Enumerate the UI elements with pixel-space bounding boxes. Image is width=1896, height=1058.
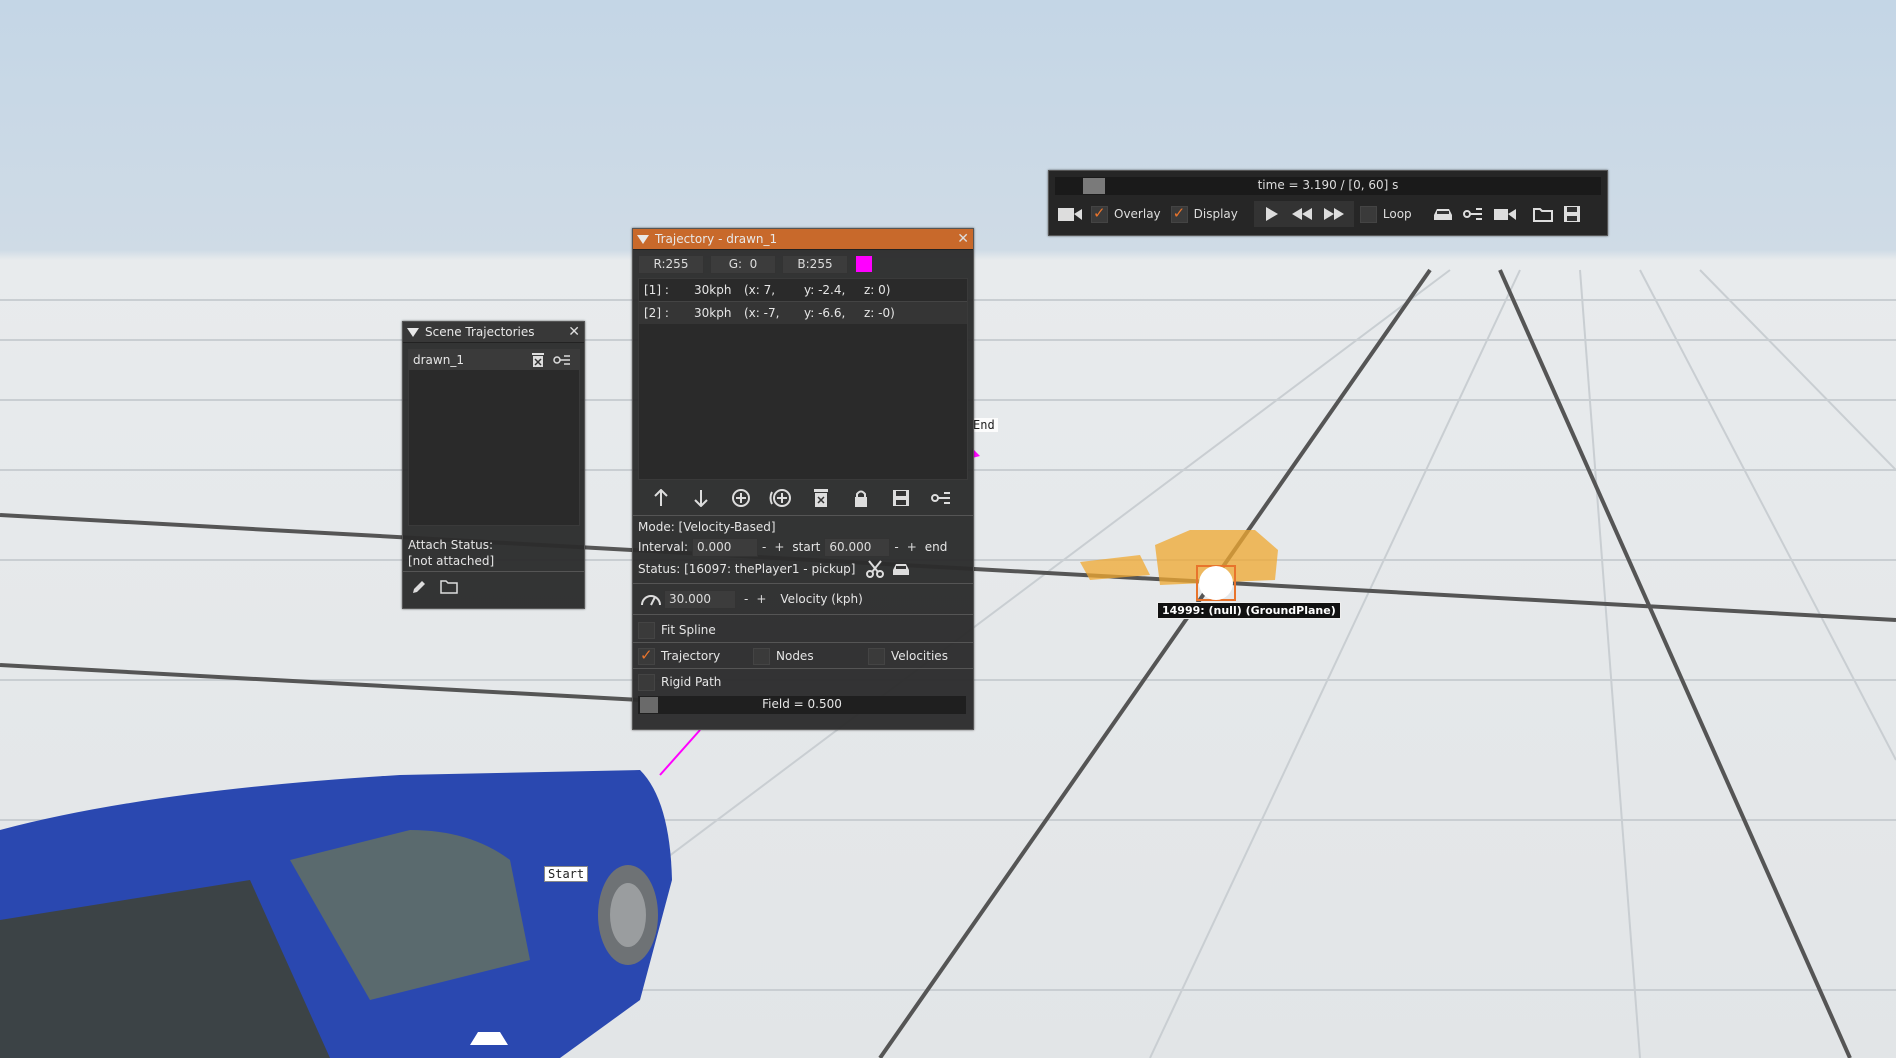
folder-icon[interactable] xyxy=(1528,206,1558,222)
trajectory-panel: Trajectory - drawn_1 ✕ R:255 G: 0 B:255 … xyxy=(632,228,974,730)
vehicle-icon[interactable] xyxy=(1428,206,1458,222)
nodes-checkbox[interactable] xyxy=(753,647,770,665)
node-z: z: -0) xyxy=(864,306,895,320)
add-node-icon[interactable] xyxy=(721,488,761,508)
rigid-path-checkbox[interactable] xyxy=(638,673,655,691)
edit-pencil-icon[interactable] xyxy=(409,577,429,597)
arrow-up-icon[interactable] xyxy=(641,489,681,507)
lock-icon[interactable] xyxy=(841,489,881,507)
attach-status-value: [not attached] xyxy=(408,554,495,568)
scene-trajectories-title: Scene Trajectories xyxy=(425,325,535,339)
collapse-triangle-icon[interactable] xyxy=(407,327,419,337)
rigid-path-label: Rigid Path xyxy=(661,675,722,689)
node-y: y: -2.4, xyxy=(804,283,846,297)
node-index: [1] : xyxy=(644,283,669,297)
delete-icon[interactable] xyxy=(527,353,549,367)
list-item-label: drawn_1 xyxy=(413,353,464,367)
overlay-checkbox[interactable] xyxy=(1091,204,1108,223)
list-item[interactable]: drawn_1 xyxy=(409,350,579,370)
rewind-icon[interactable] xyxy=(1286,208,1318,220)
trajectory-label: Trajectory xyxy=(661,649,721,663)
start-decrement-button[interactable]: - xyxy=(890,540,902,554)
node-index: [2] : xyxy=(644,306,669,320)
save-icon[interactable] xyxy=(881,489,921,507)
close-icon[interactable]: ✕ xyxy=(568,325,580,339)
interval-field[interactable]: 0.000 xyxy=(692,537,758,557)
play-icon[interactable] xyxy=(1258,207,1286,221)
start-marker-label: Start xyxy=(544,866,589,882)
velocity-field[interactable]: 30.000 xyxy=(664,589,736,609)
velocity-decrement-button[interactable]: - xyxy=(740,592,752,606)
display-label: Display xyxy=(1193,207,1238,221)
folder-icon[interactable] xyxy=(439,577,459,597)
delete-icon[interactable] xyxy=(801,489,841,507)
collapse-triangle-icon[interactable] xyxy=(637,234,649,244)
link-path-icon[interactable] xyxy=(1458,205,1490,223)
interval-label: Interval: xyxy=(638,540,688,554)
node-y: y: -6.6, xyxy=(804,306,846,320)
arrow-down-icon[interactable] xyxy=(681,489,721,507)
trajectory-titlebar[interactable]: Trajectory - drawn_1 ✕ xyxy=(633,229,973,250)
nodes-label: Nodes xyxy=(776,649,814,663)
start-increment-button[interactable]: + xyxy=(903,540,921,554)
trajectory-checkbox[interactable] xyxy=(638,646,655,665)
link-path-icon[interactable] xyxy=(549,353,575,367)
camera-export-icon[interactable] xyxy=(1490,206,1522,222)
scene-trajectories-titlebar[interactable]: Scene Trajectories ✕ xyxy=(403,322,584,343)
fast-forward-icon[interactable] xyxy=(1318,208,1350,220)
camera-icon[interactable] xyxy=(1057,206,1083,222)
color-swatch[interactable] xyxy=(856,256,872,272)
trajectory-list: drawn_1 xyxy=(408,349,580,526)
scissors-icon[interactable] xyxy=(863,560,887,578)
attach-status-label: Attach Status: xyxy=(408,538,494,552)
link-path-icon[interactable] xyxy=(921,489,961,507)
list-item[interactable]: [1] : 30kph (x: 7, y: -2.4, z: 0) xyxy=(639,279,967,302)
save-icon[interactable] xyxy=(1558,205,1586,223)
overlay-label: Overlay xyxy=(1114,207,1161,221)
trajectory-title: Trajectory - drawn_1 xyxy=(655,232,778,246)
loop-checkbox[interactable] xyxy=(1359,205,1377,223)
node-list: [1] : 30kph (x: 7, y: -2.4, z: 0) [2] : … xyxy=(638,278,968,480)
fit-spline-label: Fit Spline xyxy=(661,623,716,637)
start-field[interactable]: 60.000 xyxy=(824,537,891,557)
end-marker-label: End xyxy=(970,418,998,432)
scene-trajectories-panel: Scene Trajectories ✕ drawn_1 Attach Stat… xyxy=(402,321,585,609)
status-text: Status: [16097: thePlayer1 - pickup] xyxy=(638,562,856,576)
object-tooltip: 14999: (null) (GroundPlane) xyxy=(1157,602,1341,619)
interval-decrement-button[interactable]: - xyxy=(758,540,770,554)
list-item[interactable]: [2] : 30kph (x: -7, y: -6.6, z: -0) xyxy=(639,302,967,324)
velocities-checkbox[interactable] xyxy=(868,647,885,665)
insert-node-icon[interactable] xyxy=(761,488,801,508)
mode-text: Mode: [Velocity-Based] xyxy=(638,520,776,534)
color-g-field[interactable]: G: 0 xyxy=(710,254,776,274)
fit-spline-checkbox[interactable] xyxy=(638,621,655,639)
display-checkbox[interactable] xyxy=(1170,204,1188,223)
node-z: z: 0) xyxy=(864,283,891,297)
velocities-label: Velocities xyxy=(891,649,948,663)
node-x: (x: -7, xyxy=(744,306,780,320)
timeline-time-text: time = 3.190 / [0, 60] s xyxy=(1257,178,1399,192)
node-speed: 30kph xyxy=(694,306,732,320)
node-x: (x: 7, xyxy=(744,283,776,297)
color-r-field[interactable]: R:255 xyxy=(638,254,704,274)
field-slider[interactable]: Field = 0.500 xyxy=(638,696,966,714)
velocity-increment-button[interactable]: + xyxy=(752,592,770,606)
loop-label: Loop xyxy=(1382,207,1412,221)
interval-increment-button[interactable]: + xyxy=(770,540,788,554)
node-speed: 30kph xyxy=(694,283,732,297)
end-label: end xyxy=(924,540,948,554)
timeline-scrubber[interactable]: time = 3.190 / [0, 60] s xyxy=(1055,177,1601,195)
field-slider-text: Field = 0.500 xyxy=(762,697,842,711)
start-label: start xyxy=(792,540,821,554)
color-b-field[interactable]: B:255 xyxy=(782,254,848,274)
node-toolbar xyxy=(641,485,961,511)
close-icon[interactable]: ✕ xyxy=(957,232,969,246)
speedometer-icon xyxy=(638,591,664,607)
velocity-label: Velocity (kph) xyxy=(780,592,863,606)
timeline-panel: time = 3.190 / [0, 60] s Overlay Display… xyxy=(1048,170,1608,236)
vehicle-icon[interactable] xyxy=(887,561,915,577)
